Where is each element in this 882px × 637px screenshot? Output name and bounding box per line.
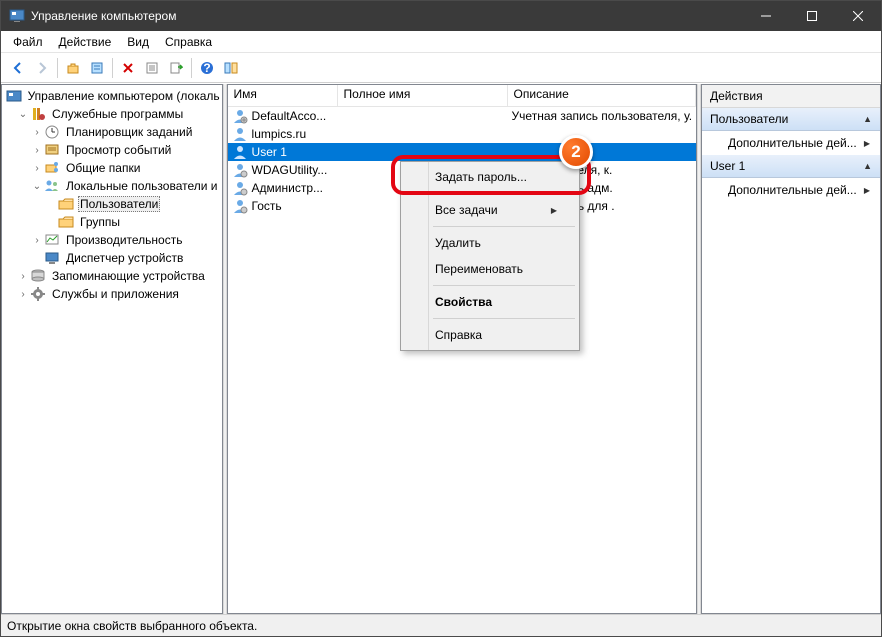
actions-more-2[interactable]: Дополнительные дей...▶ [702,178,880,202]
chevron-right-icon: ▶ [864,139,870,148]
user-icon [232,126,248,142]
ctx-delete[interactable]: Удалить [403,230,577,256]
window-title: Управление компьютером [31,9,743,23]
collapse-icon: ▲ [863,114,872,124]
tree-shared-folders[interactable]: ›Общие папки [2,159,222,177]
col-fullname[interactable]: Полное имя [338,85,508,106]
tree-device-manager[interactable]: Диспетчер устройств [2,249,222,267]
tree-services[interactable]: ›Службы и приложения [2,285,222,303]
ctx-separator [433,226,575,227]
help-button[interactable]: ? [196,57,218,79]
refresh-button[interactable] [141,57,163,79]
list-row[interactable]: lumpics.ru [228,125,697,143]
user-icon [232,180,248,196]
close-button[interactable] [835,1,881,31]
user-icon [232,108,248,124]
tree-root[interactable]: Управление компьютером (локаль [2,87,222,105]
user-icon [232,162,248,178]
properties-button[interactable] [86,57,108,79]
ctx-rename[interactable]: Переименовать [403,256,577,282]
ctx-properties[interactable]: Свойства [403,289,577,315]
actions-section-user1[interactable]: User 1▲ [702,155,880,178]
menu-view[interactable]: Вид [119,33,157,51]
ctx-set-password[interactable]: Задать пароль... [403,164,577,190]
app-icon [9,8,25,24]
tree-performance[interactable]: ›Производительность [2,231,222,249]
titlebar: Управление компьютером [1,1,881,31]
tree-event-viewer[interactable]: ›Просмотр событий [2,141,222,159]
tree-users[interactable]: Пользователи [2,195,222,213]
tree-storage[interactable]: ›Запоминающие устройства [2,267,222,285]
list-row[interactable]: DefaultAcco...Учетная запись пользовател… [228,107,697,125]
statusbar: Открытие окна свойств выбранного объекта… [1,614,881,636]
ctx-separator [433,318,575,319]
up-button[interactable] [62,57,84,79]
col-desc[interactable]: Описание [508,85,697,106]
menu-file[interactable]: Файл [5,33,51,51]
tree-system-tools[interactable]: ⌄Служебные программы [2,105,222,123]
export-button[interactable] [165,57,187,79]
ctx-help[interactable]: Справка [403,322,577,348]
show-hide-button[interactable] [220,57,242,79]
actions-header: Действия [702,85,880,108]
menubar: Файл Действие Вид Справка [1,31,881,53]
maximize-button[interactable] [789,1,835,31]
collapse-icon: ▲ [863,161,872,171]
tree-panel[interactable]: Управление компьютером (локаль ⌄Служебны… [1,84,223,614]
tree-groups[interactable]: Группы [2,213,222,231]
user-icon [232,144,248,160]
minimize-button[interactable] [743,1,789,31]
actions-more-1[interactable]: Дополнительные дей...▶ [702,131,880,155]
tree-local-users[interactable]: ⌄Локальные пользователи и [2,177,222,195]
delete-button[interactable] [117,57,139,79]
user-icon [232,198,248,214]
forward-button[interactable] [31,57,53,79]
actions-panel: Действия Пользователи▲ Дополнительные де… [701,84,881,614]
menu-help[interactable]: Справка [157,33,220,51]
tree-task-scheduler[interactable]: ›Планировщик заданий [2,123,222,141]
list-header: Имя Полное имя Описание [228,85,697,107]
menu-action[interactable]: Действие [51,33,120,51]
list-row-selected[interactable]: User 1 [228,143,697,161]
ctx-all-tasks[interactable]: Все задачи▶ [403,197,577,223]
chevron-right-icon: ▶ [864,186,870,195]
svg-text:?: ? [203,61,210,75]
chevron-right-icon: ▶ [551,206,557,215]
context-menu: Задать пароль... Все задачи▶ Удалить Пер… [400,161,580,351]
status-text: Открытие окна свойств выбранного объекта… [7,619,257,633]
actions-section-users[interactable]: Пользователи▲ [702,108,880,131]
ctx-separator [433,193,575,194]
back-button[interactable] [7,57,29,79]
toolbar: ? [1,53,881,83]
ctx-separator [433,285,575,286]
col-name[interactable]: Имя [228,85,338,106]
